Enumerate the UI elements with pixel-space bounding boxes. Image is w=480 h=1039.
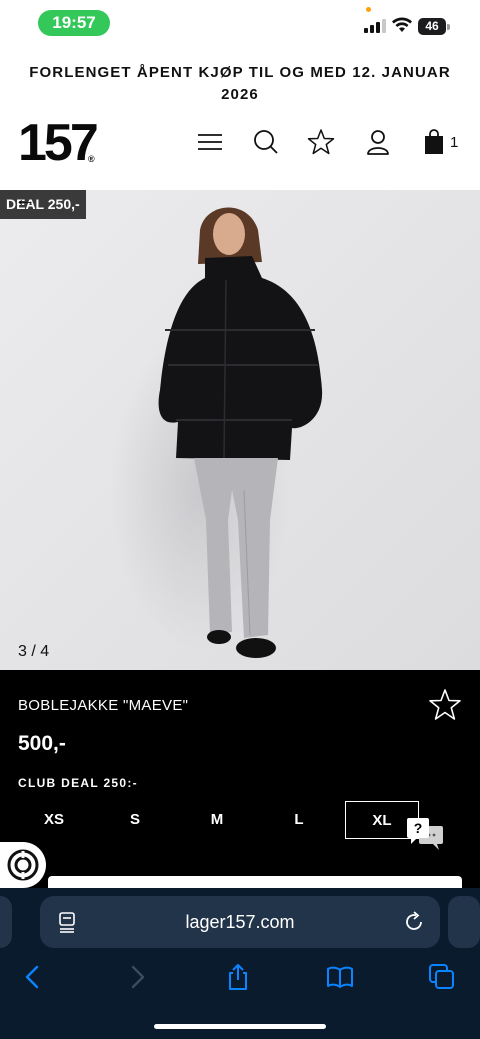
- cellular-signal-icon: [364, 19, 386, 33]
- back-icon[interactable]: [18, 962, 48, 992]
- menu-icon[interactable]: [196, 128, 224, 156]
- back-arrow-icon[interactable]: ←: [14, 190, 36, 212]
- search-icon[interactable]: [252, 128, 280, 156]
- browser-toolbar: lager157.com: [0, 888, 480, 1039]
- wifi-icon: [392, 17, 412, 32]
- status-bar: 19:57 46: [0, 0, 480, 46]
- image-counter: 3 / 4: [18, 643, 50, 660]
- tabs-icon[interactable]: [427, 962, 457, 992]
- home-indicator[interactable]: [154, 1024, 326, 1029]
- shopping-bag-icon[interactable]: [420, 128, 448, 156]
- accessibility-icon: [7, 849, 39, 881]
- star-icon[interactable]: [307, 128, 335, 156]
- favorite-star-icon[interactable]: [428, 688, 462, 722]
- site-header: 157 ® 1: [0, 117, 480, 174]
- product-price: 500,-: [18, 732, 66, 755]
- bookmarks-icon[interactable]: [325, 962, 355, 992]
- product-image-gallery[interactable]: DEAL 250,- ← 3 / 4: [0, 190, 480, 670]
- forward-icon[interactable]: [122, 962, 152, 992]
- address-bar[interactable]: lager157.com: [40, 896, 440, 948]
- cart-count[interactable]: 1: [450, 134, 458, 151]
- deal-badge: DEAL 250,-: [0, 190, 86, 219]
- size-option-l[interactable]: L: [262, 801, 336, 839]
- user-icon[interactable]: [364, 128, 392, 156]
- size-selector: XS S M L XL: [12, 801, 468, 839]
- logo-registered-mark: ®: [88, 154, 95, 164]
- accessibility-widget[interactable]: [0, 842, 46, 888]
- url-text: lager157.com: [185, 912, 295, 932]
- battery-level: 46: [425, 19, 439, 33]
- product-info-panel: BOBLEJAKKE "MAEVE" 500,- CLUB DEAL 250:-…: [0, 670, 480, 888]
- chat-support-icon[interactable]: ?: [405, 816, 445, 852]
- logo-text: 157: [18, 114, 99, 172]
- size-option-xs[interactable]: XS: [17, 801, 91, 839]
- logo[interactable]: 157 ®: [18, 117, 99, 169]
- battery-icon: 46: [418, 18, 450, 35]
- add-to-cart-bar[interactable]: [48, 876, 462, 888]
- announcement-banner[interactable]: FORLENGET ÅPENT KJØP TIL OG MED 12. JANU…: [0, 62, 480, 106]
- svg-text:?: ?: [414, 820, 423, 836]
- share-icon[interactable]: [223, 962, 253, 992]
- previous-tab-preview[interactable]: [0, 896, 12, 948]
- product-name: BOBLEJAKKE "MAEVE": [18, 697, 189, 714]
- club-deal-price: CLUB DEAL 250:-: [18, 776, 138, 790]
- product-photo: [0, 190, 480, 670]
- size-option-s[interactable]: S: [98, 801, 172, 839]
- mic-indicator-dot: [366, 7, 371, 12]
- status-time: 19:57: [38, 10, 110, 36]
- next-tab-preview[interactable]: [448, 896, 480, 948]
- reload-icon[interactable]: [402, 910, 426, 934]
- size-option-m[interactable]: M: [180, 801, 254, 839]
